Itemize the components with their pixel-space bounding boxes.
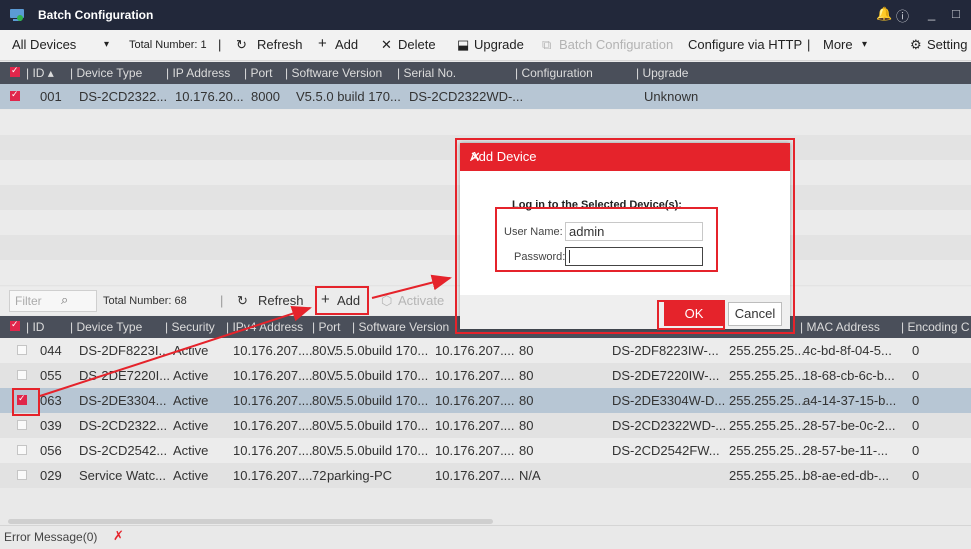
annotation-arrows [39, 274, 452, 397]
arrow-to-add [39, 305, 312, 397]
arrow-to-dialog [371, 274, 452, 299]
